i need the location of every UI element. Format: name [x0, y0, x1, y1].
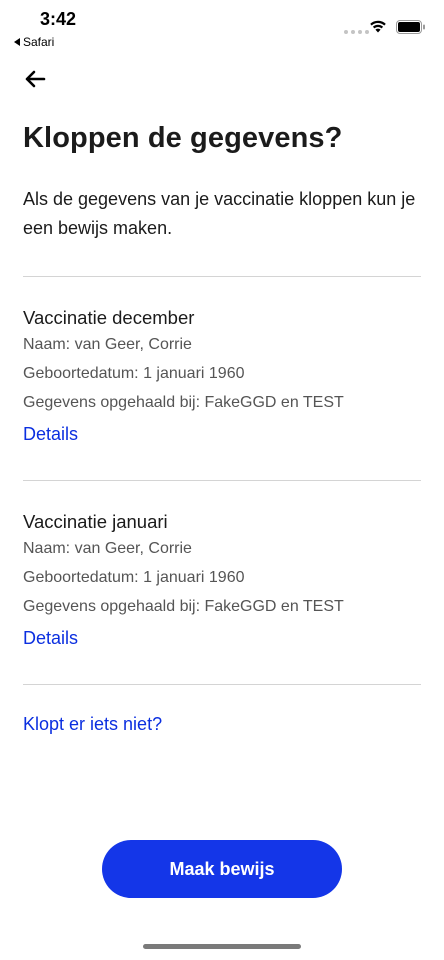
intro-text: Als de gegevens van je vaccinatie kloppe… [23, 189, 416, 238]
vaccination-birthdate: Geboortedatum: 1 januari 1960 [23, 569, 245, 586]
home-indicator[interactable] [143, 944, 301, 949]
divider [23, 480, 421, 481]
back-button[interactable] [20, 64, 50, 94]
vaccination-birthdate: Geboortedatum: 1 januari 1960 [23, 365, 245, 382]
back-triangle-icon [14, 38, 20, 46]
status-bar: 3:42 Safari [0, 0, 444, 54]
page-title: Kloppen de gegevens? [23, 122, 343, 154]
details-link[interactable]: Details [23, 626, 78, 650]
vaccination-source: Gegevens opgehaald bij: FakeGGD en TEST [23, 394, 344, 411]
back-app-label: Safari [23, 35, 55, 49]
wifi-icon [370, 20, 386, 33]
vaccination-title: Vaccinatie december [23, 307, 195, 328]
battery-icon [396, 20, 425, 34]
divider [23, 684, 421, 685]
arrow-left-icon [25, 70, 46, 88]
vaccination-source: Gegevens opgehaald bij: FakeGGD en TEST [23, 598, 344, 615]
vaccination-card: Vaccinatie december Naam: van Geer, Corr… [23, 306, 423, 446]
signal-dots-icon [344, 30, 369, 34]
make-proof-button[interactable]: Maak bewijs [102, 840, 342, 898]
status-time: 3:42 [40, 9, 77, 29]
vaccination-name: Naam: van Geer, Corrie [23, 540, 192, 557]
vaccination-card: Vaccinatie januari Naam: van Geer, Corri… [23, 510, 423, 650]
vaccination-name: Naam: van Geer, Corrie [23, 336, 192, 353]
details-link[interactable]: Details [23, 422, 78, 446]
divider [23, 276, 421, 277]
back-to-safari[interactable]: Safari [14, 35, 54, 49]
vaccination-title: Vaccinatie januari [23, 511, 168, 532]
problem-link[interactable]: Klopt er iets niet? [23, 712, 162, 736]
